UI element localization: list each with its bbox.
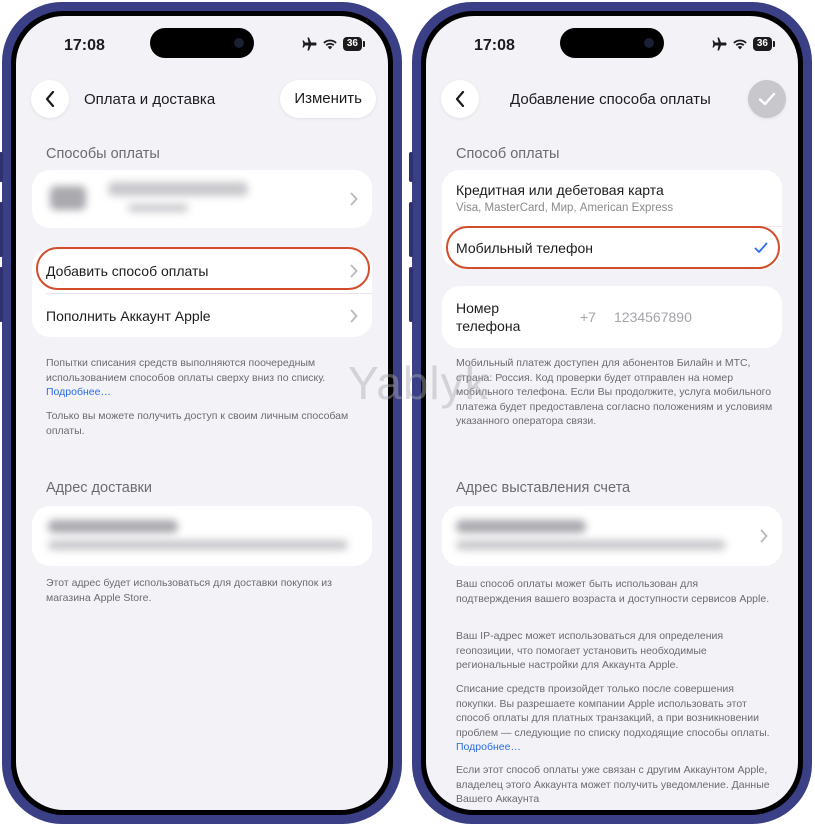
watermark: Yablyk [348,357,489,409]
billing-note-3-text: Списание средств произойдет только после… [456,683,770,739]
dynamic-island [150,28,254,58]
left-screen: 17:08 36 Оплата и доставка Изменить Спос… [16,16,388,810]
top-up-account-row[interactable]: Пополнить Аккаунт Apple [32,294,372,337]
phone-prefix: +7 [580,309,596,325]
learn-more-link[interactable]: Подробнее… [456,741,521,753]
done-button[interactable] [748,80,786,118]
shipping-header: Адрес доставки [46,480,153,496]
checkmark-icon [758,92,776,106]
nav-bar: Добавление способа оплаты [426,74,798,124]
shipping-address-card[interactable] [32,506,372,566]
right-screen: 17:08 36 Добавление способа оплаты Спосо… [426,16,798,810]
payment-method-card[interactable] [32,170,372,228]
shipping-footnote: Этот адрес будет использоваться для дост… [46,577,332,604]
back-chevron-icon [455,91,465,107]
mobile-payment-note: Мобильный платеж доступен для абонентов … [456,357,773,427]
airplane-icon [712,37,727,51]
billing-note-4: Если этот способ оплаты уже связан с дру… [456,764,770,805]
wifi-icon [733,39,747,50]
billing-note-3: Списание средств произойдет только после… [456,682,776,755]
chevron-right-icon [760,529,768,543]
airplane-icon [302,37,317,51]
highlight-add-payment [36,247,370,290]
card-option-label: Кредитная или дебетовая карта [456,182,664,198]
payment-method-header: Способ оплаты [456,146,560,162]
back-button[interactable] [441,80,479,118]
status-time: 17:08 [474,37,515,54]
card-option-row[interactable]: Кредитная или дебетовая карта Visa, Mast… [442,170,782,226]
page-title: Добавление способа оплаты [510,91,711,108]
card-option-sub: Visa, MasterCard, Мир, American Express [456,202,674,214]
payment-methods-header: Способы оплаты [46,146,160,162]
top-up-account-label: Пополнить Аккаунт Apple [46,307,211,324]
edit-button[interactable]: Изменить [280,80,376,118]
phone-number-card: Номер телефона +7 1234567890 [442,286,782,348]
dynamic-island [560,28,664,58]
left-phone: 17:08 36 Оплата и доставка Изменить Спос… [0,2,402,824]
billing-address-card[interactable] [442,506,782,566]
chevron-right-icon [350,309,358,322]
access-footnote: Только вы можете получить доступ к своим… [46,410,349,437]
wifi-icon [323,39,337,50]
highlight-mobile-option [446,226,780,269]
phone-input[interactable]: 1234567890 [614,309,692,325]
status-bar: 17:08 36 [16,16,388,70]
back-button[interactable] [31,80,69,118]
back-chevron-icon [45,91,55,107]
payment-footnote: Попытки списания средств выполняются поо… [46,356,366,400]
billing-note-1: Ваш способ оплаты может быть использован… [456,578,770,605]
payment-footnote-text: Попытки списания средств выполняются поо… [46,357,326,384]
status-bar: 17:08 36 [426,16,798,70]
page-title: Оплата и доставка [84,91,216,108]
phone-number-label: Номер телефона [456,300,521,334]
billing-header: Адрес выставления счета [456,480,631,496]
learn-more-link[interactable]: Подробнее… [46,386,111,398]
status-time: 17:08 [64,37,105,54]
battery-icon: 36 [752,37,776,51]
right-phone: 17:08 36 Добавление способа оплаты Спосо… [409,2,812,824]
battery-icon: 36 [342,37,366,51]
phone-number-row[interactable]: Номер телефона +7 1234567890 [442,286,782,348]
nav-bar: Оплата и доставка Изменить [16,74,388,124]
billing-note-2: Ваш IP-адрес может использоваться для оп… [456,630,724,671]
chevron-right-icon [350,192,358,206]
